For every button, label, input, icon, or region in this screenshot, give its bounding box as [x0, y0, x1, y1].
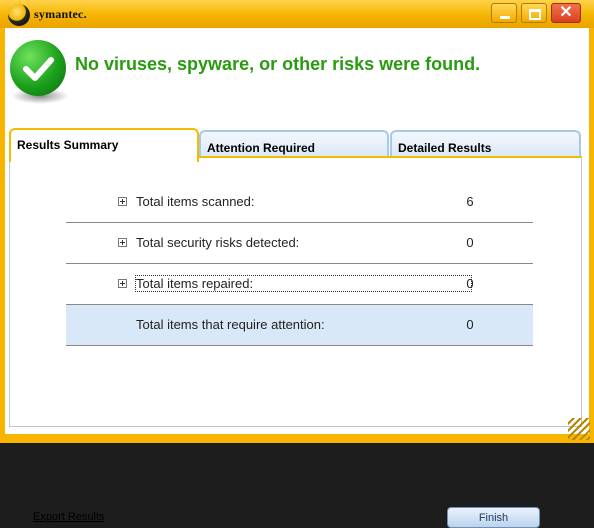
expand-icon[interactable]: [118, 238, 127, 247]
checkmark-icon: [10, 40, 66, 96]
row-label[interactable]: Total items repaired:: [135, 275, 472, 292]
maximize-icon: [529, 9, 541, 20]
row-label: Total items that require attention:: [136, 317, 325, 332]
finish-button[interactable]: Finish: [447, 507, 540, 528]
close-icon: ✕: [559, 4, 573, 21]
row-label: Total items scanned:: [136, 194, 255, 209]
tab-attention-required[interactable]: Attention Required: [199, 130, 389, 156]
row-label: Total security risks detected:: [136, 235, 300, 250]
app-window: symantec. ✕ No viruses, spyware, or othe…: [0, 0, 594, 528]
summary-row-risks: Total security risks detected: 0: [66, 223, 533, 264]
summary-row-scanned: Total items scanned: 6: [66, 182, 533, 223]
summary-row-repaired: Total items repaired: 0: [66, 264, 533, 305]
brand-name: symantec.: [34, 7, 87, 21]
status-headline: No viruses, spyware, or other risks were…: [75, 54, 481, 74]
title-bar[interactable]: symantec. ✕: [0, 0, 594, 28]
row-value: 6: [466, 194, 474, 209]
minimize-button[interactable]: [491, 3, 517, 23]
content-area: No viruses, spyware, or other risks were…: [5, 28, 589, 528]
close-button[interactable]: ✕: [551, 3, 581, 23]
expand-icon[interactable]: [118, 279, 127, 288]
summary-row-attention: Total items that require attention: 0: [66, 305, 533, 346]
row-value: 0: [466, 317, 474, 332]
results-summary-panel: Total items scanned: 6 Total security ri…: [9, 156, 582, 528]
row-value: 0: [466, 276, 474, 291]
tab-results-summary[interactable]: Results Summary: [9, 128, 199, 162]
export-results-link[interactable]: Export Results: [33, 511, 105, 523]
row-value: 0: [466, 235, 474, 250]
tab-detailed-results[interactable]: Detailed Results: [390, 130, 581, 156]
checkmark-glyph: [23, 57, 54, 81]
symantec-logo-icon: [8, 4, 30, 26]
resize-grip-icon[interactable]: [568, 418, 590, 440]
expand-icon[interactable]: [118, 197, 127, 206]
minimize-icon: [500, 16, 510, 19]
maximize-button[interactable]: [521, 3, 547, 23]
